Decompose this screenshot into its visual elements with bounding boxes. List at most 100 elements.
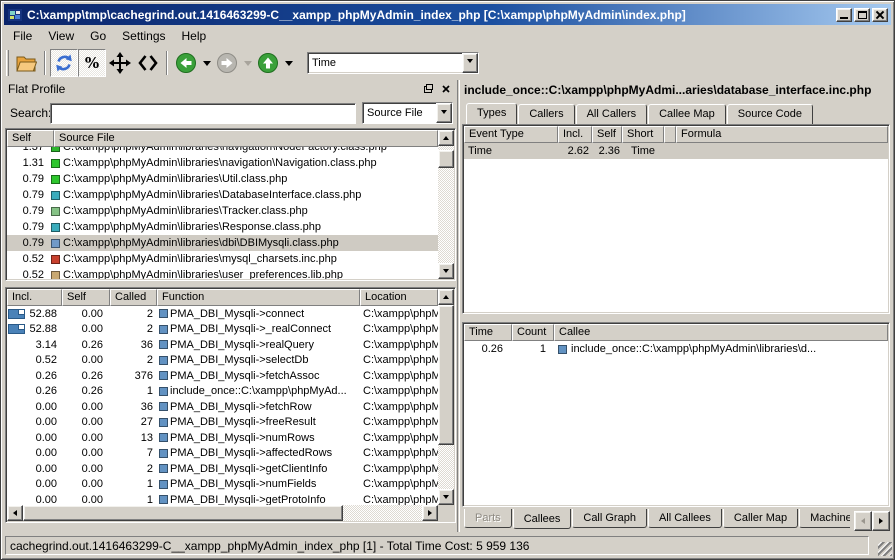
column-incl[interactable]: Incl. (558, 126, 592, 143)
scroll-down-button[interactable] (438, 263, 454, 279)
table-row[interactable]: 0.260.261include_once::C:\xampp\phpMyAd.… (7, 384, 438, 400)
horizontal-scrollbar[interactable] (7, 505, 438, 521)
column-callee[interactable]: Callee (554, 324, 888, 341)
table-row[interactable]: 0.520.002PMA_DBI_Mysqli->selectDbC:\xamp… (7, 353, 438, 369)
float-panel-button[interactable] (420, 83, 435, 96)
up-dropdown-icon[interactable] (285, 61, 293, 70)
reload-button[interactable] (50, 49, 78, 77)
tab-parts[interactable]: Parts (464, 509, 512, 528)
forward-button[interactable] (213, 49, 241, 77)
table-row[interactable]: 1.31C:\xampp\phpMyAdmin\libraries\naviga… (7, 155, 438, 171)
scrollbar-thumb[interactable] (438, 150, 454, 168)
event-type-dropdown-button[interactable] (462, 53, 478, 73)
column-event-type[interactable]: Event Type (464, 126, 558, 143)
table-row[interactable]: 0.79C:\xampp\phpMyAdmin\libraries\Respon… (7, 219, 438, 235)
forward-dropdown-icon[interactable] (244, 61, 252, 70)
scrollbar-thumb[interactable] (23, 505, 343, 521)
tab-callers[interactable]: Callers (518, 104, 574, 124)
forward-icon (216, 52, 238, 74)
column-short[interactable]: Short (622, 126, 664, 143)
menu-help[interactable]: Help (174, 27, 215, 45)
close-button[interactable] (872, 8, 888, 22)
table-row[interactable]: 0.260.26376PMA_DBI_Mysqli->fetchAssocC:\… (7, 368, 438, 384)
tab-types[interactable]: Types (466, 103, 517, 124)
scroll-up-button[interactable] (438, 130, 454, 146)
group-by-select[interactable]: Source File (362, 102, 453, 124)
tab-callees[interactable]: Callees (513, 509, 572, 529)
column-incl[interactable]: Incl. (7, 289, 62, 306)
up-button[interactable] (254, 49, 282, 77)
table-row[interactable]: 0.26 1 include_once::C:\xampp\phpMyAdmin… (464, 341, 888, 357)
table-row-selected[interactable]: 0.79C:\xampp\phpMyAdmin\libraries\dbi\DB… (7, 235, 438, 251)
scrollbar-thumb[interactable] (438, 305, 454, 445)
vertical-scrollbar[interactable] (438, 289, 454, 505)
column-function[interactable]: Function (157, 289, 360, 306)
table-row[interactable]: 0.52C:\xampp\phpMyAdmin\libraries\user_p… (7, 267, 438, 279)
column-called[interactable]: Called (110, 289, 157, 306)
scroll-down-button[interactable] (438, 489, 454, 505)
resize-grip-icon[interactable] (878, 542, 892, 556)
column-self[interactable]: Self (62, 289, 110, 306)
column-count[interactable]: Count (512, 324, 554, 341)
event-type-select[interactable]: Time (307, 52, 479, 74)
reload-icon (54, 53, 74, 73)
back-dropdown-icon[interactable] (203, 61, 211, 70)
window-title: C:\xampp\tmp\cachegrind.out.1416463299-C… (27, 8, 834, 22)
table-row[interactable]: 0.79C:\xampp\phpMyAdmin\libraries\Util.c… (7, 171, 438, 187)
arrow-up-icon (443, 292, 449, 299)
minimize-button[interactable] (836, 8, 852, 22)
table-row-selected[interactable]: Time 2.62 2.36 Time (464, 143, 888, 159)
table-row[interactable]: 0.52C:\xampp\phpMyAdmin\libraries\mysql_… (7, 251, 438, 267)
scroll-right-button[interactable] (422, 505, 438, 521)
tab-scroll-left-button[interactable] (854, 511, 872, 531)
vertical-scrollbar[interactable] (438, 130, 454, 279)
column-self[interactable]: Self (592, 126, 622, 143)
table-row[interactable]: 0.000.007PMA_DBI_Mysqli->affectedRowsC:\… (7, 446, 438, 462)
close-panel-button[interactable] (438, 83, 453, 96)
tab-callee-map[interactable]: Callee Map (648, 104, 726, 124)
cycle-detection-button[interactable] (134, 49, 162, 77)
dock-header[interactable]: Flat Profile (6, 80, 455, 98)
column-self[interactable]: Self (7, 130, 54, 147)
menu-settings[interactable]: Settings (114, 27, 173, 45)
table-row[interactable]: 0.000.0036PMA_DBI_Mysqli->fetchRowC:\xam… (7, 399, 438, 415)
table-row[interactable]: 0.000.0013PMA_DBI_Mysqli->numRowsC:\xamp… (7, 430, 438, 446)
column-location[interactable]: Location (360, 289, 438, 306)
menu-go[interactable]: Go (82, 27, 114, 45)
table-row[interactable]: 52.880.002PMA_DBI_Mysqli->_realConnectC:… (7, 322, 438, 338)
expand-areas-button[interactable] (106, 49, 134, 77)
tab-machine[interactable]: Machine (799, 509, 850, 528)
table-row[interactable]: 52.880.002PMA_DBI_Mysqli->connectC:\xamp… (7, 306, 438, 322)
tab-source-code[interactable]: Source Code (727, 104, 813, 124)
relative-percent-button[interactable]: % (78, 49, 106, 77)
angle-brackets-icon (137, 54, 159, 72)
column-source-file[interactable]: Source File (54, 130, 438, 147)
column-time[interactable]: Time (464, 324, 512, 341)
table-row[interactable]: 0.79C:\xampp\phpMyAdmin\libraries\Tracke… (7, 203, 438, 219)
menu-view[interactable]: View (40, 27, 82, 45)
table-row[interactable]: 1.37C:\xampp\phpMyAdmin\libraries\naviga… (7, 147, 438, 155)
column-spacer[interactable] (664, 126, 676, 143)
table-row[interactable]: 0.000.001PMA_DBI_Mysqli->numFieldsC:\xam… (7, 477, 438, 493)
open-file-button[interactable] (12, 49, 40, 77)
tab-caller-map[interactable]: Caller Map (723, 509, 798, 528)
back-button[interactable] (172, 49, 200, 77)
scroll-left-button[interactable] (7, 505, 23, 521)
tab-all-callers[interactable]: All Callers (576, 104, 648, 124)
group-by-dropdown-button[interactable] (436, 103, 452, 123)
table-row[interactable]: 3.140.2636PMA_DBI_Mysqli->realQueryC:\xa… (7, 337, 438, 353)
table-row[interactable]: 0.000.0027PMA_DBI_Mysqli->freeResultC:\x… (7, 415, 438, 431)
table-row[interactable]: 0.79C:\xampp\phpMyAdmin\libraries\Databa… (7, 187, 438, 203)
tab-call-graph[interactable]: Call Graph (572, 509, 647, 528)
tab-all-callees[interactable]: All Callees (648, 509, 722, 528)
maximize-button[interactable] (854, 8, 870, 22)
title-bar[interactable]: C:\xampp\tmp\cachegrind.out.1416463299-C… (4, 4, 891, 25)
search-input[interactable] (50, 103, 356, 124)
table-row[interactable]: 0.000.001PMA_DBI_Mysqli->getProtoInfoC:\… (7, 492, 438, 505)
toolbar-handle[interactable] (6, 50, 9, 76)
column-formula[interactable]: Formula (676, 126, 888, 143)
tab-scroll-right-button[interactable] (872, 511, 890, 531)
scroll-up-button[interactable] (438, 289, 454, 305)
menu-file[interactable]: File (5, 27, 40, 45)
table-row[interactable]: 0.000.002PMA_DBI_Mysqli->getClientInfoC:… (7, 461, 438, 477)
